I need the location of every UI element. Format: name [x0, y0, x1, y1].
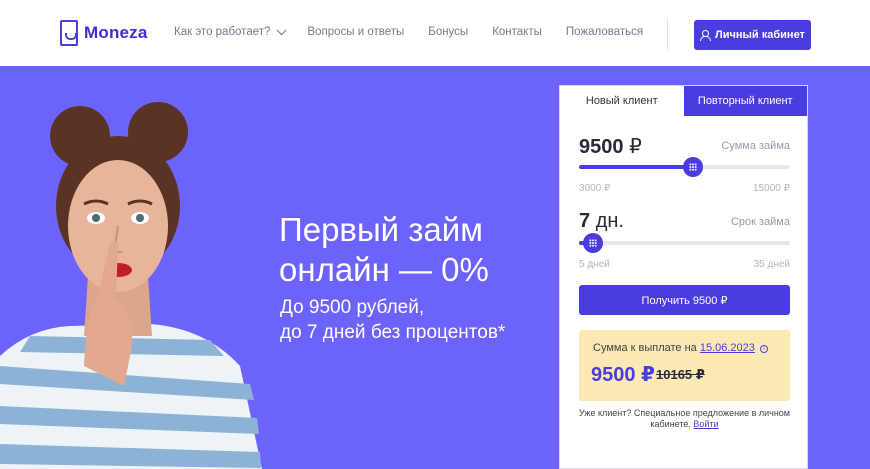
amount-min: 3000 ₽ [579, 183, 611, 194]
chevron-down-icon [277, 24, 287, 35]
nav-item-how-it-works[interactable]: Как это работает? [174, 24, 287, 38]
nav-item-bonuses[interactable]: Бонусы [428, 26, 468, 38]
client-tabs: Новый клиент Повторный клиент [560, 86, 807, 116]
amount-value: 9500 [579, 136, 624, 158]
nav-item-label: Контакты [492, 26, 542, 38]
hero-headline: Первый займ онлайн — 0% [279, 210, 549, 290]
hero-woman-image [0, 102, 262, 469]
term-range: 5 дней 35 дней [579, 259, 790, 270]
existing-client-note: Уже клиент? Специальное предложение в ли… [574, 408, 795, 430]
amount-label: Сумма займа [721, 140, 790, 152]
amount-max: 15000 ₽ [753, 183, 790, 194]
nav-item-label: Вопросы и ответы [307, 26, 405, 38]
nav-item-faq[interactable]: Вопросы и ответы [307, 26, 404, 38]
amount-slider-handle[interactable] [683, 157, 704, 177]
loan-form-card: Новый клиент Повторный клиент 9500 ₽ Сум… [559, 85, 808, 469]
hero-subtitle-line1: До 9500 рублей, [280, 297, 425, 318]
term-max: 35 дней [753, 259, 790, 270]
main-nav: Как это работает? Вопросы и ответы Бонус… [174, 24, 667, 38]
term-row: 7 дн. Срок займа [579, 210, 790, 236]
amount-row: 9500 ₽ Сумма займа [579, 134, 790, 160]
term-slider-handle[interactable] [583, 233, 604, 253]
payout-box: Сумма к выплате на 15.06.2023 i 9500 ₽ 1… [579, 330, 790, 401]
header-divider [667, 18, 668, 50]
hero-subtitle-line2: до 7 дней без процентов* [280, 322, 506, 343]
term-min: 5 дней [579, 259, 610, 270]
info-icon[interactable]: i [759, 345, 768, 353]
hero-subtitle: До 9500 рублей, до 7 дней без процентов* [280, 295, 550, 345]
personal-cabinet-button[interactable]: Личный кабинет [694, 20, 811, 50]
payout-label-row: Сумма к выплате на 15.06.2023 i [593, 342, 768, 354]
term-value: 7 [579, 210, 591, 232]
payout-date[interactable]: 15.06.2023 [700, 342, 755, 354]
nav-item-contacts[interactable]: Контакты [492, 26, 542, 38]
nav-item-label: Бонусы [428, 26, 469, 38]
site-header: Moneza Как это работает? Вопросы и ответ… [0, 0, 870, 66]
nav-item-label: Как это работает? [174, 26, 271, 38]
grip-icon [689, 163, 698, 171]
note-text: Уже клиент? Специальное предложение в ли… [579, 408, 790, 429]
term-value-display: 7 дн. [579, 210, 624, 232]
term-label: Срок займа [730, 216, 790, 228]
hero-headline-line1: Первый займ [279, 211, 483, 248]
amount-slider-fill [579, 165, 694, 169]
logo-text: Moneza [84, 23, 148, 42]
tab-new-client[interactable]: Новый клиент [560, 86, 684, 116]
amount-unit: ₽ [629, 136, 642, 158]
amount-value-display: 9500 ₽ [579, 136, 642, 158]
amount-slider[interactable] [579, 157, 790, 177]
nav-item-label: Пожаловаться [565, 26, 644, 38]
payout-amount: 9500 ₽ [591, 364, 655, 386]
logo[interactable]: Moneza [60, 20, 148, 46]
hero-headline-line2: онлайн — 0% [279, 251, 489, 288]
amount-range: 3000 ₽ 15000 ₽ [579, 183, 790, 194]
user-icon [700, 30, 712, 41]
get-loan-button[interactable]: Получить 9500 ₽ [579, 285, 790, 315]
tab-repeat-client[interactable]: Повторный клиент [683, 86, 807, 116]
grip-icon [589, 239, 598, 247]
login-link[interactable]: Войти [693, 419, 718, 429]
payout-label: Сумма к выплате на [593, 342, 697, 354]
nav-item-complain[interactable]: Пожаловаться [566, 26, 643, 38]
payout-old-amount: 10165 ₽ [656, 367, 705, 382]
logo-icon [60, 20, 78, 46]
term-unit: дн. [595, 210, 624, 232]
term-slider[interactable] [579, 233, 790, 253]
personal-cabinet-label: Личный кабинет [715, 29, 805, 41]
